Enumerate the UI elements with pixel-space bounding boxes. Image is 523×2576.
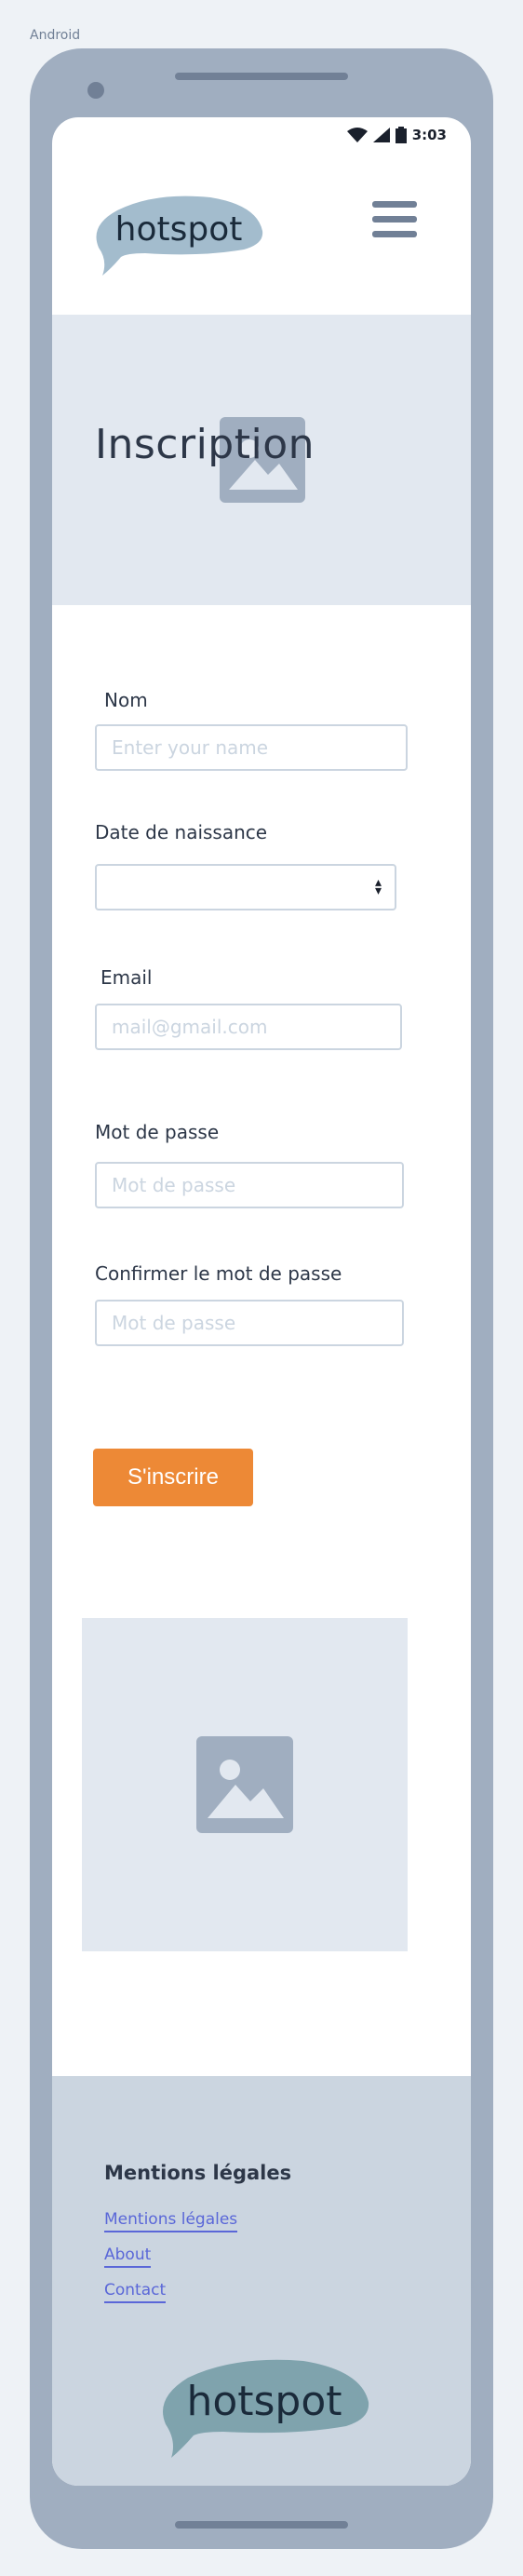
email-input[interactable]: mail@gmail.com [95,1004,402,1050]
bottom-speaker [175,2521,348,2529]
front-camera [87,82,104,99]
top-speaker [175,73,348,80]
footer: Mentions légales Mentions légales About … [52,2076,471,2486]
content-image [82,1618,408,1951]
password-label: Mot de passe [95,1121,220,1143]
footer-logo-text: hotspot [186,2378,342,2425]
signup-button[interactable]: S'inscrire [93,1449,253,1506]
password-input[interactable]: Mot de passe [95,1162,404,1208]
hotspot-logo[interactable]: hotspot [89,192,264,277]
logo-text: hotspot [115,210,243,249]
select-arrows-icon: ▴ ▾ [374,875,382,898]
page-title: Inscription [95,421,315,468]
footer-hotspot-logo: hotspot [163,2359,369,2458]
android-device-frame: 3:03 hotspot Inscription Nom Enter your … [30,48,493,2549]
status-bar: 3:03 [52,117,471,151]
status-time: 3:03 [411,127,447,143]
email-label: Email [101,966,153,989]
device-label: Android [30,28,81,43]
name-input[interactable]: Enter your name [95,724,408,771]
battery-icon [395,127,407,143]
birthdate-label: Date de naissance [95,821,268,843]
name-label: Nom [104,689,148,711]
footer-link-legal[interactable]: Mentions légales [104,2210,238,2232]
hero-banner: Inscription [52,315,471,605]
footer-link-contact[interactable]: Contact [104,2281,167,2303]
confirm-password-input[interactable]: Mot de passe [95,1300,404,1346]
image-placeholder-icon [196,1736,293,1833]
signal-icon [372,128,390,142]
app-header: hotspot [52,151,471,315]
confirm-password-label: Confirmer le mot de passe [95,1262,342,1285]
footer-title: Mentions légales [104,2162,292,2184]
hamburger-menu-icon[interactable] [372,201,421,246]
phone-screen: 3:03 hotspot Inscription Nom Enter your … [52,117,471,2486]
wifi-icon [346,128,368,142]
birthdate-select[interactable]: ▴ ▾ [95,864,396,910]
footer-link-about[interactable]: About [104,2246,152,2268]
registration-form: Nom Enter your name Date de naissance ▴ ▾… [52,605,471,2048]
